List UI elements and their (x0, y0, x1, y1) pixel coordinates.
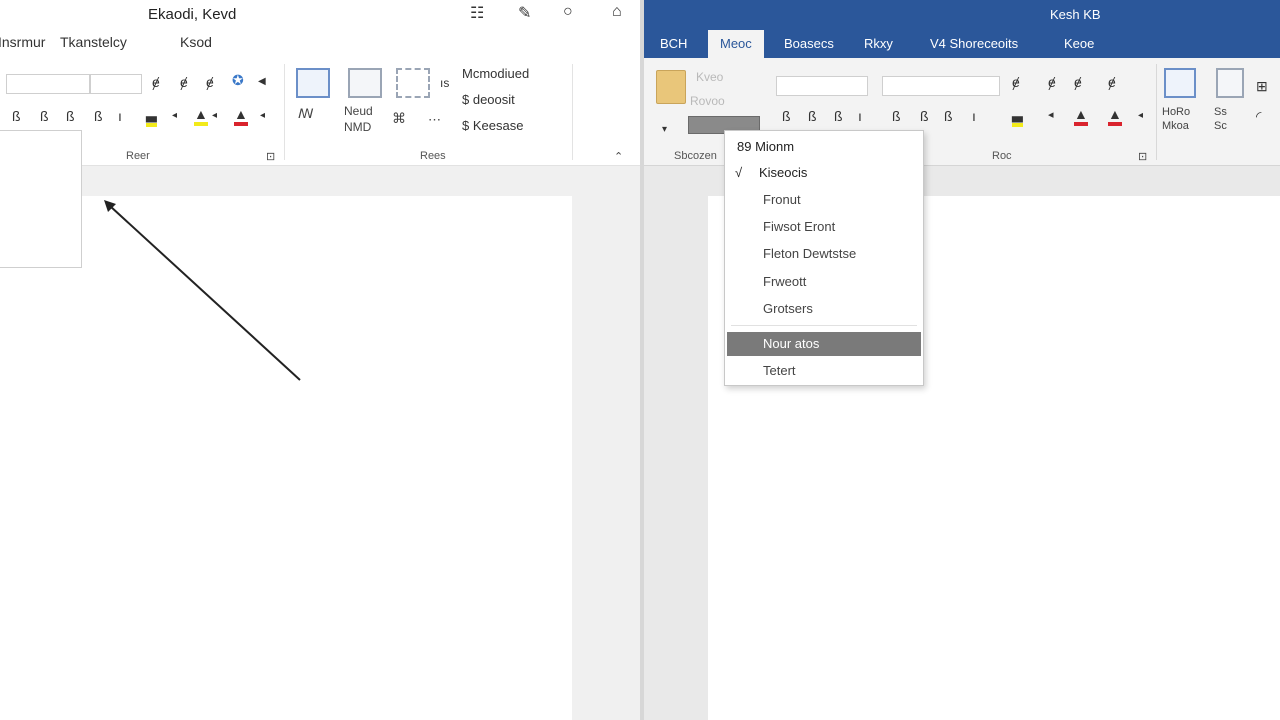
font-group-label-right: Roc (992, 150, 1012, 162)
dropdown-item-tetert[interactable]: Tetert (763, 363, 796, 378)
right-title-bar: Kesh KB (644, 0, 1280, 30)
tab-home-active[interactable]: Meoc (708, 30, 764, 58)
dropdown-item-header[interactable]: 89 Mionm (737, 139, 794, 154)
font-dialog-launcher-right[interactable]: ⊡ (1138, 150, 1147, 163)
right-ribbon-tabs: BCH Meoc Boasecs Rkxy V4 Shoreceoits Keo… (644, 30, 1280, 58)
shading-icon-right[interactable]: ▲ (1108, 106, 1122, 126)
clipboard-label-kveo: Kveo (696, 70, 724, 84)
tab-bch[interactable]: BCH (660, 36, 687, 51)
tab-rkxy[interactable]: Rkxy (864, 36, 893, 51)
style-label-sc: Sc (1214, 120, 1227, 132)
paste-icon[interactable] (656, 70, 686, 104)
dropdown-separator (731, 325, 917, 326)
style-icon-right-1[interactable] (1164, 68, 1196, 98)
shrink-font-icon-right[interactable]: ɇ (1048, 74, 1056, 90)
font-size-box-right[interactable] (882, 76, 1000, 96)
dropdown-item-frweott[interactable]: Frweott (763, 274, 806, 289)
pointer-arrow-icon (104, 200, 301, 381)
font-name-box-right[interactable] (776, 76, 868, 96)
bold-icon-right[interactable]: ß (782, 108, 791, 124)
clipboard-group-label: Sbcozen (674, 150, 717, 162)
clear-format-icon-right[interactable]: ɇ (1108, 74, 1116, 90)
tab-boasecs[interactable]: Boasecs (784, 36, 834, 51)
subscript-icon-right[interactable]: ß (892, 108, 901, 124)
grow-font-icon-right[interactable]: ɇ (1012, 74, 1020, 90)
font-color-icon-right[interactable]: ▲ (1074, 106, 1088, 126)
dropdown-item-highlighted[interactable]: Nour atos (727, 332, 921, 356)
char-spacing-icon-right[interactable]: ı (972, 108, 976, 124)
tab-shoreceoits[interactable]: V4 Shoreceoits (930, 36, 1018, 51)
italic-icon-right[interactable]: ß (808, 108, 817, 124)
style-label-ss: Ss (1214, 106, 1227, 118)
clipboard-label-rovoo: Rovoo (690, 94, 725, 108)
dropdown-item-fronut[interactable]: Fronut (763, 192, 801, 207)
style-label-mkoa: Mkoa (1162, 120, 1189, 132)
case-icon-right[interactable]: ɇ (1074, 74, 1082, 90)
left-word-window: Ekaodi, Kevd ☷ ✎ ○ ⌂ Insrmur Tkanstelcy … (0, 0, 640, 720)
tab-keoe[interactable]: Keoe (1064, 36, 1094, 51)
styles-scroll-icon-right[interactable]: ◜ (1256, 108, 1261, 125)
underline-icon-right[interactable]: ß (834, 108, 843, 124)
highlight-dropdown-right[interactable]: ◂ (1048, 108, 1054, 121)
dropdown-item-kiseocis[interactable]: Kiseocis (759, 165, 807, 180)
check-icon: √ (735, 165, 743, 180)
ribbon-separator (1156, 64, 1157, 160)
styles-more-icon[interactable]: ⊞ (1256, 78, 1268, 95)
strike-icon-right[interactable]: ı (858, 108, 862, 124)
effects-icon-right[interactable]: ß (944, 108, 953, 124)
shading-dropdown-right[interactable]: ◂ (1138, 110, 1143, 121)
format-dropdown-menu: 89 Mionm √ Kiseocis Fronut Fiwsot Eront … (724, 130, 924, 386)
highlight-icon-right[interactable]: ▃ (1012, 106, 1023, 127)
style-label-horo: HoRo (1162, 106, 1191, 118)
dropdown-item-highlighted-label: Nour atos (763, 336, 820, 351)
style-icon-right-2[interactable] (1216, 68, 1244, 98)
superscript-icon-right[interactable]: ß (920, 108, 929, 124)
dropdown-item-fleton-dewtstse[interactable]: Fleton Dewtstse (763, 246, 856, 261)
dropdown-item-fiwsot-eront[interactable]: Fiwsot Eront (763, 219, 835, 234)
dropdown-item-grotsers[interactable]: Grotsers (763, 301, 813, 316)
right-window-title: Kesh KB (1050, 7, 1101, 22)
paste-dropdown-icon[interactable]: ▾ (662, 124, 667, 135)
